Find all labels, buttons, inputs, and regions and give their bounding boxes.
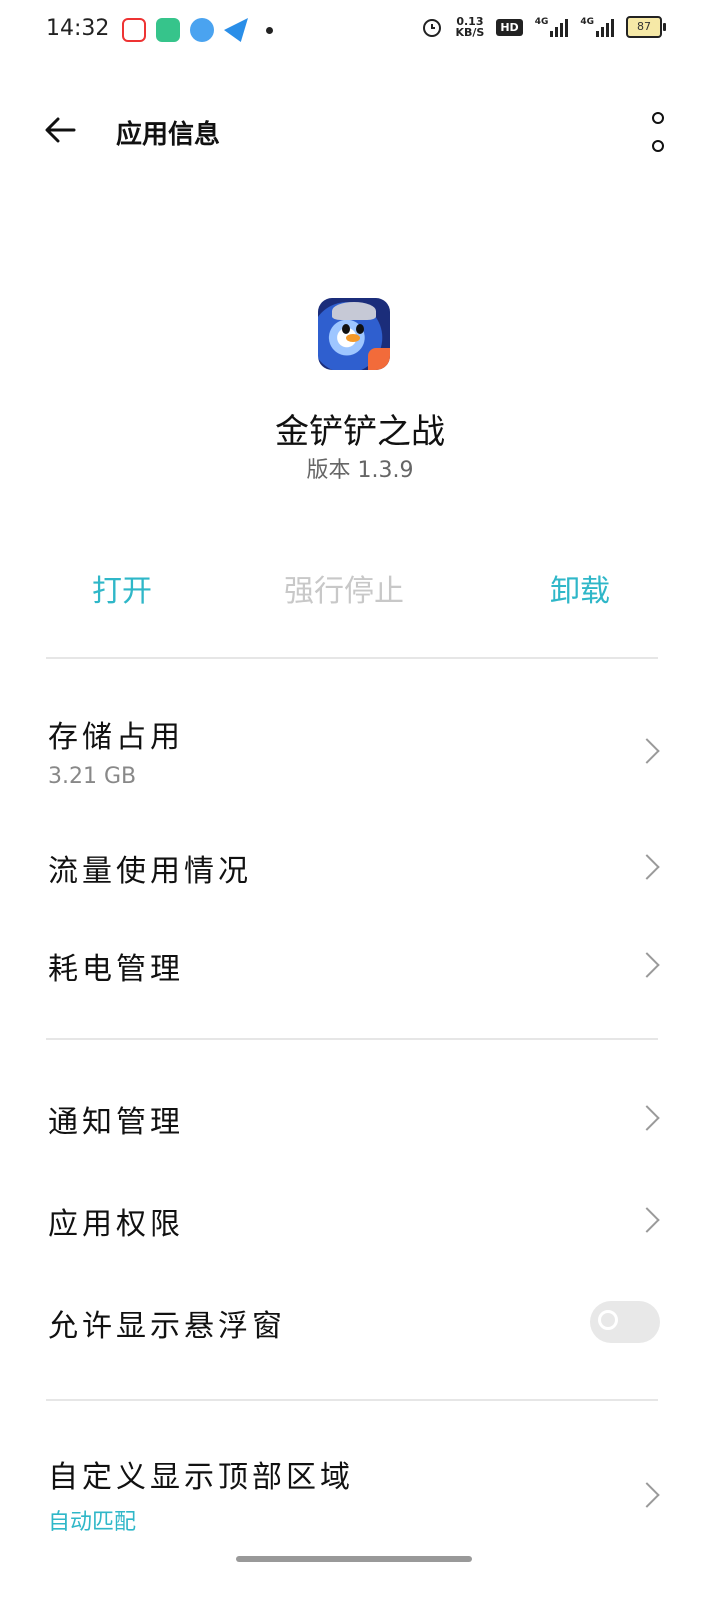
app-permissions-label: 应用权限 <box>48 1207 184 1242</box>
app-icon <box>318 298 390 370</box>
app-name: 金铲铲之战 <box>275 412 445 452</box>
hd-voice-badge: HD <box>496 18 523 36</box>
more-dot-icon <box>652 112 664 124</box>
alarm-icon <box>423 19 442 37</box>
app-bar: 应用信息 <box>0 96 720 166</box>
notification-management-row[interactable]: 通知管理 <box>48 1097 660 1143</box>
toggle-knob <box>598 1310 618 1330</box>
notification-icons <box>122 18 273 42</box>
more-notifications-dot <box>266 26 273 34</box>
cloud-app-icon <box>190 18 214 42</box>
network-speed: 0.13 KB/S <box>455 16 484 38</box>
status-bar: 14:32 0.13 KB/S HD 4G 4G 87 <box>0 0 720 64</box>
more-dot-icon <box>652 140 664 152</box>
data-usage-label: 流量使用情况 <box>48 854 252 889</box>
battery-level: 87 <box>637 20 651 33</box>
status-indicators: 0.13 KB/S HD 4G 4G 87 <box>421 16 666 38</box>
storage-label: 存储占用 <box>48 720 184 755</box>
floating-window-toggle[interactable] <box>590 1301 660 1343</box>
back-button[interactable] <box>40 110 80 150</box>
divider <box>46 1399 658 1401</box>
page-title: 应用信息 <box>116 120 221 150</box>
divider <box>46 1038 658 1040</box>
custom-top-area-row[interactable]: 自定义显示顶部区域 自动匹配 <box>48 1452 660 1542</box>
signal-1-icon: 4G <box>535 17 569 37</box>
paper-plane-icon <box>224 18 248 42</box>
uninstall-button[interactable]: 卸载 <box>550 566 610 610</box>
power-management-label: 耗电管理 <box>48 952 184 987</box>
green-app-icon <box>156 18 180 42</box>
more-options-button[interactable] <box>648 112 668 152</box>
signal-2-label: 4G <box>580 17 594 27</box>
custom-top-area-label: 自定义显示顶部区域 <box>48 1460 354 1495</box>
divider <box>46 657 658 659</box>
signal-2-icon: 4G <box>580 17 614 37</box>
status-time: 14:32 <box>46 16 110 41</box>
floating-window-label: 允许显示悬浮窗 <box>48 1309 286 1344</box>
home-indicator[interactable] <box>236 1556 472 1562</box>
app-version: 版本 1.3.9 <box>306 458 414 483</box>
open-button[interactable]: 打开 <box>92 566 152 610</box>
storage-value: 3.21 GB <box>48 764 137 789</box>
floating-window-row: 允许显示悬浮窗 <box>48 1301 660 1347</box>
network-speed-unit: KB/S <box>455 26 485 39</box>
back-arrow-icon <box>45 117 76 143</box>
notification-management-label: 通知管理 <box>48 1105 184 1140</box>
custom-top-area-value: 自动匹配 <box>48 1510 137 1535</box>
power-management-row[interactable]: 耗电管理 <box>48 944 660 990</box>
data-usage-row[interactable]: 流量使用情况 <box>48 846 660 892</box>
signal-1-label: 4G <box>534 17 549 27</box>
baidu-app-icon <box>122 18 146 42</box>
app-permissions-row[interactable]: 应用权限 <box>48 1199 660 1245</box>
force-stop-button: 强行停止 <box>284 574 404 609</box>
storage-row[interactable]: 存储占用 3.21 GB <box>48 712 660 802</box>
battery-icon: 87 <box>626 16 666 38</box>
